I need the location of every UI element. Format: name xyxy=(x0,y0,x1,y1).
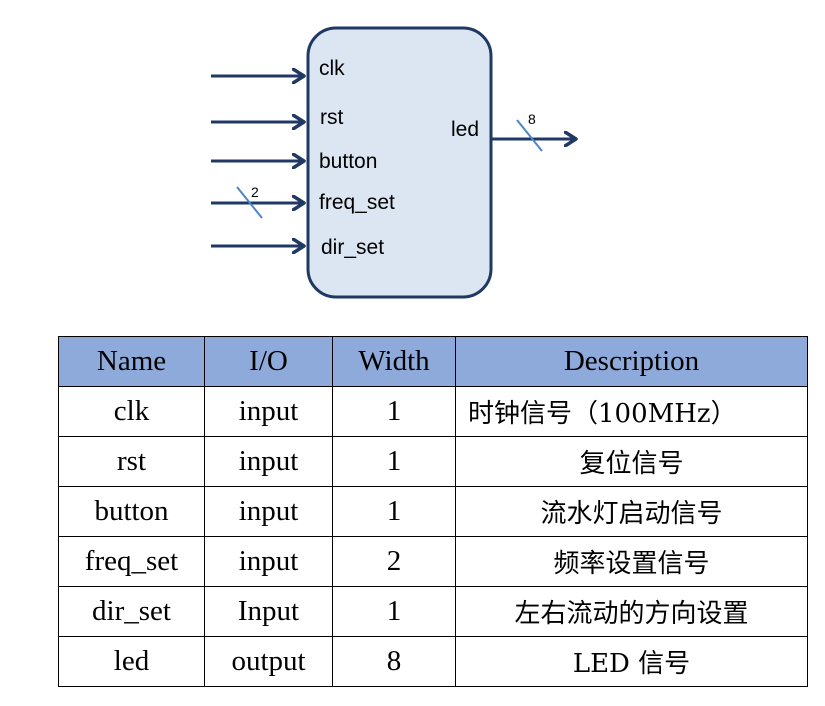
cell-name: button xyxy=(58,486,205,537)
header-width: Width xyxy=(332,336,456,387)
header-name: Name xyxy=(58,336,205,387)
header-description: Description xyxy=(455,336,808,387)
table-row: dir_set Input 1 左右流动的方向设置 xyxy=(58,586,808,637)
cell-name: rst xyxy=(58,436,205,487)
cell-description: LED 信号 xyxy=(455,636,808,687)
module-block-diagram: 2 8 clk rst button freq_set dir_set led xyxy=(211,26,825,299)
table-row: clk input 1 时钟信号（100MHz） xyxy=(58,386,808,437)
led-bus-width: 8 xyxy=(528,111,536,127)
port-label-rst: rst xyxy=(320,106,343,129)
cell-io: input xyxy=(204,486,333,537)
cell-io: input xyxy=(204,536,333,587)
cell-name: led xyxy=(58,636,205,687)
cell-width: 8 xyxy=(332,636,456,687)
port-label-button: button xyxy=(319,150,377,173)
cell-width: 1 xyxy=(332,436,456,487)
port-label-led: led xyxy=(451,118,479,141)
cell-width: 2 xyxy=(332,536,456,587)
table-row: led output 8 LED 信号 xyxy=(58,636,808,687)
table-row: rst input 1 复位信号 xyxy=(58,436,808,487)
table-header-row: Name I/O Width Description xyxy=(58,336,808,387)
port-label-freq-set: freq_set xyxy=(319,191,395,214)
cell-description: 左右流动的方向设置 xyxy=(455,586,808,637)
table-row: button input 1 流水灯启动信号 xyxy=(58,486,808,537)
cell-name: dir_set xyxy=(58,586,205,637)
cell-description: 频率设置信号 xyxy=(455,536,808,587)
table-row: freq_set input 2 频率设置信号 xyxy=(58,536,808,587)
header-io: I/O xyxy=(204,336,333,387)
cell-width: 1 xyxy=(332,586,456,637)
cell-io: input xyxy=(204,436,333,487)
cell-io: Input xyxy=(204,586,333,637)
port-label-dir-set: dir_set xyxy=(321,236,384,259)
cell-name: freq_set xyxy=(58,536,205,587)
port-label-clk: clk xyxy=(319,57,345,80)
cell-io: output xyxy=(204,636,333,687)
freq-set-bus-width: 2 xyxy=(251,184,259,200)
cell-width: 1 xyxy=(332,486,456,537)
port-table: Name I/O Width Description clk input 1 时… xyxy=(58,336,808,687)
cell-description: 复位信号 xyxy=(455,436,808,487)
cell-width: 1 xyxy=(332,386,456,437)
cell-description: 时钟信号（100MHz） xyxy=(455,386,808,437)
cell-name: clk xyxy=(58,386,205,437)
cell-description: 流水灯启动信号 xyxy=(455,486,808,537)
cell-io: input xyxy=(204,386,333,437)
